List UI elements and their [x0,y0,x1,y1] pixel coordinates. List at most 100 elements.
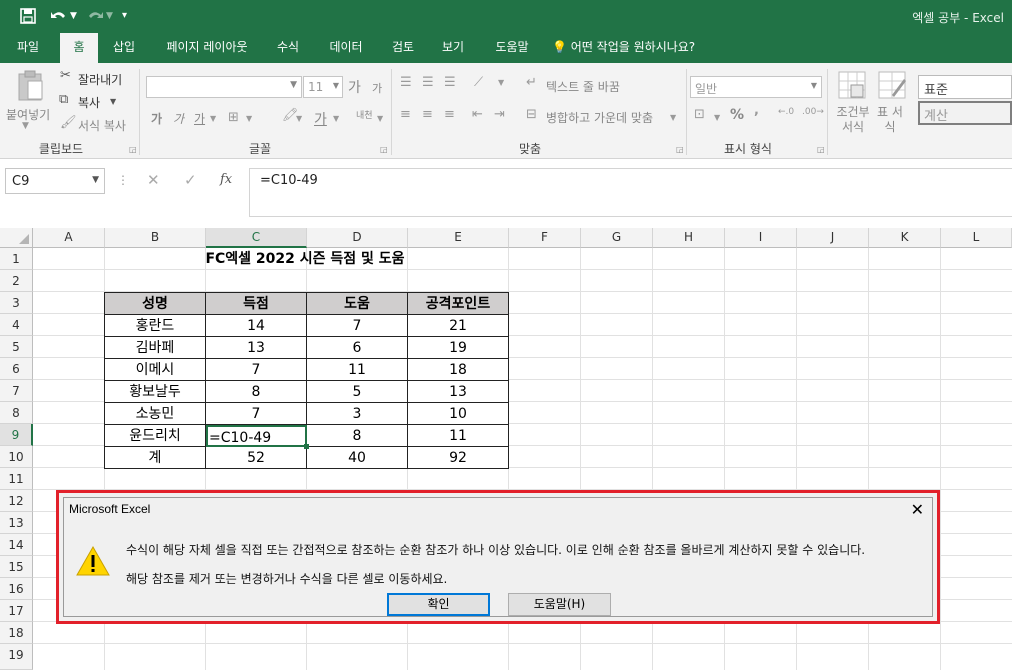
table-cell[interactable]: 10 [408,403,509,425]
redo-dropdown-icon[interactable]: ▼ [106,11,113,21]
row-header[interactable]: 7 [0,380,33,402]
fill-color-dropdown-icon[interactable]: ▼ [296,114,302,123]
table-cell[interactable]: 7 [206,403,307,425]
active-cell-c9[interactable]: =C10-49 [206,425,307,447]
row-header[interactable]: 11 [0,468,33,490]
accounting-format-icon[interactable]: ⊡ [694,107,705,122]
save-icon[interactable] [20,8,36,28]
table-cell[interactable]: 김바페 [105,337,206,359]
align-middle-icon[interactable]: ☰ [422,75,434,90]
orientation-dropdown-icon[interactable]: ▼ [498,78,504,87]
format-as-table-button[interactable]: 표 서식 [876,105,904,135]
redo-icon[interactable] [86,8,104,28]
tab-home[interactable]: 홈 [60,33,98,63]
font-name-input[interactable]: ▼ [146,76,302,98]
row-header[interactable]: 2 [0,270,33,292]
font-color-button[interactable]: 가 [314,109,327,129]
accounting-dropdown-icon[interactable]: ▼ [714,113,720,122]
shrink-font-icon[interactable]: 가 [372,80,382,96]
tab-view[interactable]: 보기 [433,33,473,63]
bold-button[interactable]: 가 [151,110,162,127]
table-cell[interactable]: 3 [307,403,408,425]
table-cell[interactable]: 소농민 [105,403,206,425]
comma-style-icon[interactable]: , [754,103,759,118]
phonetic-button[interactable]: 내천 [356,108,373,121]
column-header-j[interactable]: J [797,228,869,248]
insert-function-icon[interactable]: fx [220,172,232,187]
column-header-f[interactable]: F [509,228,581,248]
row-header[interactable]: 14 [0,534,33,556]
table-cell[interactable]: 11 [408,425,509,447]
row-header[interactable]: 19 [0,644,33,670]
clipboard-launcher-icon[interactable]: ◲ [129,145,137,154]
number-launcher-icon[interactable]: ◲ [817,145,825,154]
table-cell[interactable]: 황보날두 [105,381,206,403]
column-header-h[interactable]: H [653,228,725,248]
align-top-icon[interactable]: ☰ [400,75,412,90]
table-cell[interactable]: 7 [307,315,408,337]
table-cell[interactable]: 52 [206,447,307,469]
row-header[interactable]: 16 [0,578,33,600]
row-header[interactable]: 1 [0,248,33,270]
paste-icon[interactable] [16,69,46,106]
undo-dropdown-icon[interactable]: ▼ [70,11,77,21]
table-cell[interactable]: 14 [206,315,307,337]
table-cell[interactable]: 11 [307,359,408,381]
table-cell[interactable]: 19 [408,337,509,359]
table-cell[interactable]: 7 [206,359,307,381]
row-header[interactable]: 13 [0,512,33,534]
table-cell[interactable]: 이메시 [105,359,206,381]
number-format-select[interactable]: 일반 ▼ [690,76,822,98]
row-header[interactable]: 4 [0,314,33,336]
increase-decimal-icon[interactable]: ←.0 [778,107,794,117]
percent-style-button[interactable]: % [730,107,744,123]
close-icon[interactable]: ✕ [911,500,924,519]
sheet-title[interactable]: FC엑셀 2022 시즌 득점 및 도움 [150,248,460,270]
cancel-icon[interactable]: ✕ [147,171,160,189]
fill-handle[interactable] [304,444,309,449]
table-cell[interactable]: 8 [206,381,307,403]
table-cell[interactable]: 18 [408,359,509,381]
wrap-text-button[interactable]: 텍스트 줄 바꿈 [546,78,620,95]
borders-icon[interactable]: ⊞ [228,110,239,125]
font-launcher-icon[interactable]: ◲ [380,145,388,154]
undo-icon[interactable] [50,8,68,28]
column-header-b[interactable]: B [105,228,206,248]
increase-indent-icon[interactable]: ⇥ [494,107,505,122]
orientation-icon[interactable]: ⟋ [474,75,483,90]
tab-insert[interactable]: 삽입 [104,33,144,63]
table-cell[interactable]: 13 [408,381,509,403]
tab-formulas[interactable]: 수식 [268,33,308,63]
borders-dropdown-icon[interactable]: ▼ [246,114,252,123]
align-bottom-icon[interactable]: ☰ [444,75,456,90]
font-color-dropdown-icon[interactable]: ▼ [333,114,339,123]
copy-button[interactable]: 복사 [78,94,100,111]
row-header[interactable]: 15 [0,556,33,578]
row-header[interactable]: 6 [0,358,33,380]
customize-qat-icon[interactable]: ▾ [122,10,127,21]
grow-font-icon[interactable]: 가 [348,77,361,97]
format-painter-button[interactable]: 서식 복사 [78,117,126,134]
row-header[interactable]: 9 [0,424,33,446]
formula-input[interactable]: =C10-49 [249,168,1012,217]
select-all-button[interactable] [0,228,33,248]
decrease-indent-icon[interactable]: ⇤ [472,107,483,122]
alignment-launcher-icon[interactable]: ◲ [676,145,684,154]
phonetic-dropdown-icon[interactable]: ▼ [377,114,383,123]
column-header-i[interactable]: I [725,228,797,248]
cut-button[interactable]: 잘라내기 [78,71,122,88]
help-button[interactable]: 도움말(H) [508,593,611,616]
header-cell-name[interactable]: 성명 [105,293,206,315]
tab-review[interactable]: 검토 [383,33,423,63]
tell-me-search[interactable]: 💡 어떤 작업을 원하시나요? [552,33,712,63]
name-box-dropdown-icon[interactable]: ▼ [92,175,99,185]
align-right-icon[interactable]: ≡ [444,107,455,122]
conditional-formatting-button[interactable]: 조건부 서식 [834,105,872,135]
column-header-c[interactable]: C [206,228,307,248]
header-cell-points[interactable]: 공격포인트 [408,293,509,315]
merge-dropdown-icon[interactable]: ▼ [670,113,676,122]
tab-help[interactable]: 도움말 [484,33,540,63]
table-cell[interactable]: 5 [307,381,408,403]
column-header-d[interactable]: D [307,228,408,248]
table-cell[interactable]: 6 [307,337,408,359]
